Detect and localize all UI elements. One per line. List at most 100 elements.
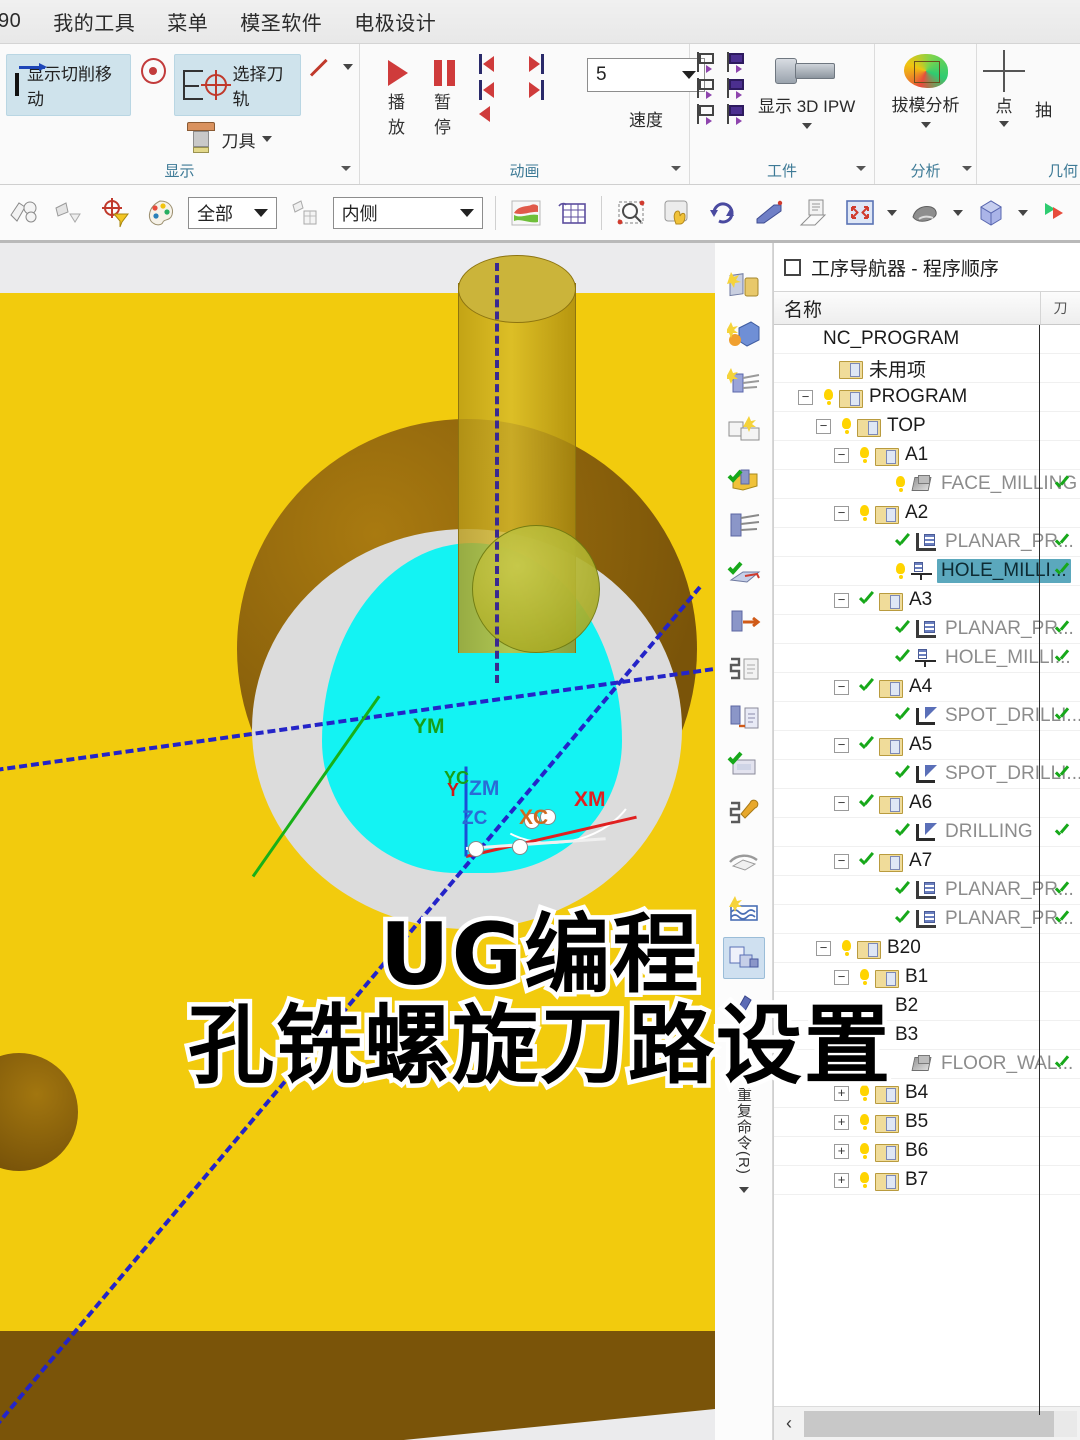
pencil-icon[interactable] [309, 56, 333, 80]
table-row[interactable]: + B7 [774, 1166, 1080, 1195]
verify-icon[interactable] [723, 745, 765, 787]
side-dropdown-icon[interactable] [460, 208, 475, 217]
table-row[interactable]: − A1 [774, 441, 1080, 470]
tree-collapse-icon[interactable]: − [798, 389, 813, 405]
table-row[interactable]: − PROGRAM [774, 383, 1080, 412]
geometry-filter-icon[interactable] [287, 195, 323, 231]
wedge-icon[interactable] [751, 195, 787, 231]
table-row[interactable]: − A5 [774, 731, 1080, 760]
panel-pin-icon[interactable] [784, 258, 801, 276]
menu-item-90[interactable]: 90 [0, 4, 37, 39]
repeat-command-label[interactable]: 重复命令(R) [733, 1087, 754, 1175]
color-view-icon[interactable] [1038, 195, 1074, 231]
show-3d-ipw-dropdown-icon[interactable] [801, 123, 812, 129]
assembly-icon[interactable] [6, 195, 42, 231]
ipw-flag-1-icon[interactable] [696, 52, 718, 73]
table-row[interactable]: DRILLING [774, 818, 1080, 847]
ipw-flag-6-icon[interactable] [726, 104, 748, 125]
speed-select[interactable]: 5 [587, 58, 705, 92]
ipw-flag-2-icon[interactable] [726, 52, 748, 73]
csys-filter-icon[interactable] [97, 195, 133, 231]
table-row[interactable]: HOLE_MILLI... [774, 644, 1080, 673]
tree-collapse-icon[interactable]: − [834, 679, 849, 695]
ipw-flag-4-icon[interactable] [726, 78, 748, 99]
table-row[interactable]: − A3 [774, 586, 1080, 615]
grid-icon[interactable] [554, 195, 590, 231]
scroll-left-button[interactable]: ‹ [774, 1411, 804, 1437]
analysis-group-expand-icon[interactable] [962, 166, 972, 171]
zoom-window-icon[interactable] [614, 195, 650, 231]
verify-tool-icon[interactable] [723, 457, 765, 499]
side-select[interactable]: 内侧 [332, 196, 484, 229]
draft-analysis-dropdown-icon[interactable] [920, 122, 931, 128]
tree-collapse-icon[interactable]: − [834, 853, 849, 869]
table-row[interactable]: − A6 [774, 789, 1080, 818]
display-group-expand-icon[interactable] [341, 166, 351, 171]
rotate-icon[interactable] [705, 195, 741, 231]
create-method-icon[interactable] [723, 409, 765, 451]
table-row[interactable]: HOLE_MILLI... [774, 557, 1080, 586]
scope-select[interactable]: 全部 [188, 196, 278, 229]
pause-button[interactable]: 暂停 [426, 58, 463, 140]
graphics-viewport[interactable]: YM XM ZM XC YC ZC Y [0, 243, 715, 1440]
rewind-button[interactable] [479, 106, 523, 122]
table-row[interactable]: − A2 [774, 499, 1080, 528]
confirm-toolpath-icon[interactable] [723, 553, 765, 595]
menu-item-mosheng-software[interactable]: 模圣软件 [224, 1, 338, 42]
transform-icon[interactable] [723, 841, 765, 883]
cube-view-dropdown-icon[interactable] [1018, 209, 1029, 216]
create-tool-icon[interactable] [723, 361, 765, 403]
table-row[interactable]: SPOT_DRILLI... [774, 760, 1080, 789]
menu-item-my-tools[interactable]: 我的工具 [37, 1, 151, 42]
step-last-button[interactable] [529, 54, 573, 74]
machine-icon[interactable] [723, 601, 765, 643]
fit-dropdown-icon[interactable] [887, 209, 898, 216]
table-row[interactable]: NC_PROGRAM [774, 325, 1080, 354]
step-back-button[interactable] [479, 80, 523, 100]
point-dropdown-icon[interactable] [999, 121, 1009, 127]
tree-collapse-icon[interactable]: − [816, 418, 831, 434]
create-geometry-icon[interactable] [723, 313, 765, 355]
tree-collapse-icon[interactable]: − [834, 447, 849, 463]
table-row[interactable]: + B6 [774, 1137, 1080, 1166]
animation-group-expand-icon[interactable] [671, 166, 681, 171]
table-row[interactable]: FACE_MILLING [774, 470, 1080, 499]
show-cut-moves-button[interactable]: 显示切削移动 [6, 54, 131, 116]
column-header-tool[interactable]: 刀 [1040, 292, 1080, 324]
column-header-name[interactable]: 名称 [774, 295, 1040, 322]
scroll-track[interactable] [804, 1410, 1077, 1437]
ipw-flag-3-icon[interactable] [696, 78, 718, 99]
play-button[interactable]: 播放 [380, 58, 416, 140]
select-toolpath-button[interactable]: 选择刀轨 [173, 54, 301, 116]
shade-icon[interactable] [907, 195, 943, 231]
tree-expand-icon[interactable]: + [834, 1172, 849, 1188]
cube-view-icon[interactable] [973, 195, 1009, 231]
table-row[interactable]: − A7 [774, 847, 1080, 876]
table-row[interactable]: PLANAR_PR... [774, 528, 1080, 557]
tree-collapse-icon[interactable]: − [834, 592, 849, 608]
toolpath-settings-icon[interactable] [723, 505, 765, 547]
table-row[interactable]: − A4 [774, 673, 1080, 702]
pencil-dropdown-icon[interactable] [343, 64, 353, 70]
post-process-icon[interactable] [723, 649, 765, 691]
workpiece-group-expand-icon[interactable] [856, 166, 866, 171]
fit-icon[interactable] [842, 195, 878, 231]
tree-horizontal-scrollbar[interactable]: ‹ [774, 1406, 1080, 1440]
operation-tree[interactable]: NC_PROGRAM 未用项 − PROGRAM − TOP − A1 FACE_MILLING… [774, 325, 1080, 1415]
table-row[interactable]: − TOP [774, 412, 1080, 441]
tree-collapse-icon[interactable]: − [834, 505, 849, 521]
tree-expand-icon[interactable]: + [834, 1114, 849, 1130]
repeat-command-dropdown-icon[interactable] [738, 1186, 749, 1193]
table-row[interactable]: PLANAR_PR... [774, 615, 1080, 644]
shade-dropdown-icon[interactable] [952, 209, 963, 216]
table-row[interactable]: SPOT_DRILLI... [774, 702, 1080, 731]
tree-collapse-icon[interactable]: − [834, 795, 849, 811]
hide-icon[interactable] [52, 195, 88, 231]
scope-dropdown-icon[interactable] [254, 208, 269, 217]
toolpath-wrench-icon[interactable] [723, 793, 765, 835]
menu-item-menu[interactable]: 菜单 [151, 1, 224, 42]
create-program-icon[interactable] [723, 265, 765, 307]
pan-icon[interactable] [660, 195, 696, 231]
table-row[interactable]: + B5 [774, 1108, 1080, 1137]
extract-label[interactable]: 抽 [1035, 96, 1052, 121]
